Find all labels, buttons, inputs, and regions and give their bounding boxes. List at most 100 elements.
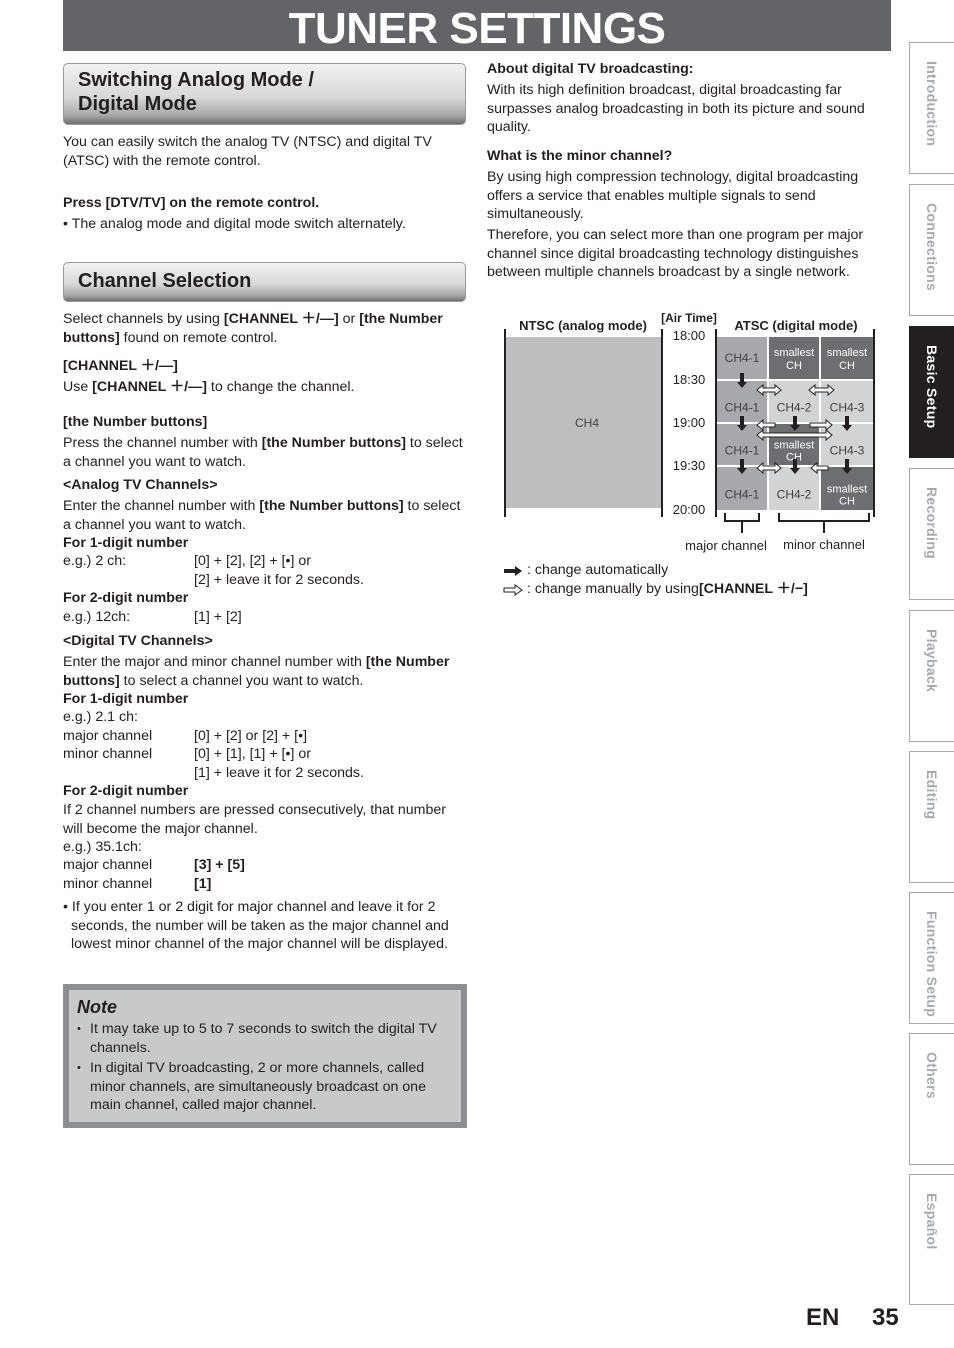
side-tab-playback[interactable]: Playback: [909, 610, 954, 742]
digital-1digit-heading: For 1-digit number: [63, 691, 189, 707]
side-tab-espa-ol[interactable]: Español: [909, 1174, 954, 1305]
text: or: [338, 311, 360, 327]
channel-key-ref: [CHANNEL ＋/—]: [92, 379, 207, 395]
side-tab-editing[interactable]: Editing: [909, 751, 954, 883]
atsc-cell-label: smallest: [827, 347, 867, 359]
ntsc-channel-label: CH4: [575, 416, 599, 430]
section-heading-switching-mode: Switching Analog Mode / Digital Mode: [63, 63, 466, 125]
side-tab-introduction[interactable]: Introduction: [909, 42, 954, 174]
example-label: e.g.) 2 ch:: [63, 553, 127, 569]
channel-selection-intro: Select channels by using [CHANNEL ＋/—] o…: [63, 310, 468, 347]
minor-channel-bracket: [778, 513, 870, 533]
atsc-cell-label: CH: [786, 360, 802, 372]
major-channel-bullet: • If you enter 1 or 2 digit for major ch…: [63, 899, 449, 953]
atsc-cell-label: smallest: [827, 484, 867, 496]
minor-channel-label: minor channel: [63, 746, 153, 762]
time-label: 18:00: [673, 328, 706, 343]
example-keys: [0] + [2], [2] + [•] or: [194, 553, 311, 569]
note-box: Note It may take up to 5 to 7 seconds to…: [63, 984, 467, 1128]
airtime-label: [Air Time]: [661, 311, 717, 325]
number-buttons-text: Press the channel number with [the Numbe…: [63, 434, 468, 471]
atsc-cell-label: CH: [839, 496, 855, 508]
example-keys: [0] + [1], [1] + [•] or: [194, 746, 311, 762]
page-number: 35: [872, 1304, 899, 1331]
legend-manual: : change manually by using [CHANNEL ＋/−]: [503, 580, 808, 599]
side-tab-label: Recording: [924, 487, 940, 559]
side-tab-others[interactable]: Others: [909, 1033, 954, 1165]
atsc-cell-label: CH4-2: [777, 401, 812, 415]
note-list: It may take up to 5 to 7 seconds to swit…: [77, 1020, 453, 1115]
atsc-cell-label: CH: [839, 360, 855, 372]
language-label: EN: [806, 1304, 840, 1331]
minor-channel-heading: What is the minor channel?: [487, 148, 673, 164]
example-keys: [0] + [2] or [2] + [•]: [194, 728, 308, 744]
atsc-label: ATSC (digital mode): [734, 318, 857, 333]
major-channel-label: major channel: [63, 728, 153, 744]
section-heading-text: Channel Selection: [78, 270, 252, 292]
about-digital-heading: About digital TV broadcasting:: [487, 61, 694, 77]
note-item: It may take up to 5 to 7 seconds to swit…: [77, 1020, 453, 1057]
atsc-cell-label: CH4-1: [725, 444, 760, 458]
side-tab-function-setup[interactable]: Function Setup: [909, 892, 954, 1024]
side-tab-recording[interactable]: Recording: [909, 468, 954, 600]
channel-diagram: NTSC (analog mode) [Air Time] ATSC (digi…: [504, 311, 875, 553]
analog-1digit-example: e.g.) 2 ch: [0] + [2], [2] + [•] or: [63, 552, 468, 571]
page-title-bar: TUNER SETTINGS: [63, 0, 891, 51]
channel-key-text: Use [CHANNEL ＋/—] to change the channel.: [63, 378, 468, 397]
example-keys: [3] + [5]: [194, 857, 245, 873]
digital-1digit-example: e.g.) 2.1 ch:: [63, 709, 138, 725]
channel-key-ref: [CHANNEL ＋/−]: [698, 581, 808, 597]
atsc-cell-label: CH4-3: [830, 444, 865, 458]
text: Select channels by using: [63, 311, 224, 327]
digital-1digit-minor: minor channel [0] + [1], [1] + [•] or: [63, 745, 468, 764]
atsc-cell-label: CH4-3: [830, 401, 865, 415]
side-tab-label: Introduction: [924, 61, 940, 147]
example-keys: [1]: [194, 876, 212, 892]
solid-arrow-icon: [504, 565, 522, 576]
atsc-cell-label: CH4-1: [725, 401, 760, 415]
number-buttons-ref: [the Number buttons]: [259, 498, 404, 514]
minor-channel-text2: Therefore, you can select more than one …: [487, 227, 864, 281]
legend-manual-text: : change manually by using: [527, 581, 699, 597]
page-title: TUNER SETTINGS: [288, 3, 666, 53]
digital-2digit-heading: For 2-digit number: [63, 783, 189, 799]
time-label: 20:00: [673, 502, 706, 517]
section-heading-line1: Switching Analog Mode /: [78, 69, 314, 91]
digital-1digit-minor-alt: [1] + leave it for 2 seconds.: [63, 764, 468, 783]
number-buttons-ref: [the Number buttons]: [261, 435, 406, 451]
text: Press the channel number with: [63, 435, 262, 451]
note-item: In digital TV broadcasting, 2 or more ch…: [77, 1059, 453, 1115]
example-keys: [1] + [2]: [194, 609, 242, 625]
side-tab-label: Connections: [924, 203, 940, 292]
digital-channels-text: Enter the major and minor channel number…: [63, 653, 468, 690]
ntsc-label: NTSC (analog mode): [519, 318, 647, 333]
hollow-arrow-icon: [503, 583, 523, 596]
legend-auto-text: : change automatically: [527, 562, 669, 578]
side-tab-label: Basic Setup: [924, 345, 940, 429]
analog-1digit-example-alt: [2] + leave it for 2 seconds.: [63, 571, 468, 590]
digital-2digit-major: major channel [3] + [5]: [63, 856, 468, 875]
note-inner: Note It may take up to 5 to 7 seconds to…: [69, 990, 461, 1122]
digital-2digit-example: e.g.) 35.1ch:: [63, 839, 142, 855]
minor-channel-label: minor channel: [63, 876, 153, 892]
analog-channels-text: Enter the channel number with [the Numbe…: [63, 497, 468, 534]
atsc-cell-label: smallest: [774, 347, 814, 359]
side-tab-basic-setup[interactable]: Basic Setup: [909, 326, 954, 458]
side-tab-label: Español: [924, 1193, 940, 1250]
analog-channels-heading: <Analog TV Channels>: [63, 477, 218, 493]
switching-intro: You can easily switch the analog TV (NTS…: [63, 134, 432, 169]
text: found on remote control.: [119, 329, 278, 346]
channel-key-ref: [CHANNEL ＋/—]: [223, 311, 339, 327]
atsc-cell-label: CH4-1: [725, 351, 760, 365]
minor-channel-caption: minor channel: [783, 537, 865, 552]
major-channel-label: major channel: [63, 857, 153, 873]
digital-2digit-minor: minor channel [1]: [63, 875, 468, 894]
text: to select a channel you want to watch.: [119, 672, 364, 689]
digital-1digit-major: major channel [0] + [2] or [2] + [•]: [63, 727, 468, 746]
major-channel-bracket: [724, 513, 760, 533]
time-label: 19:30: [673, 458, 706, 473]
about-digital-text: With its high definition broadcast, digi…: [487, 82, 865, 136]
side-tab-connections[interactable]: Connections: [909, 184, 954, 316]
